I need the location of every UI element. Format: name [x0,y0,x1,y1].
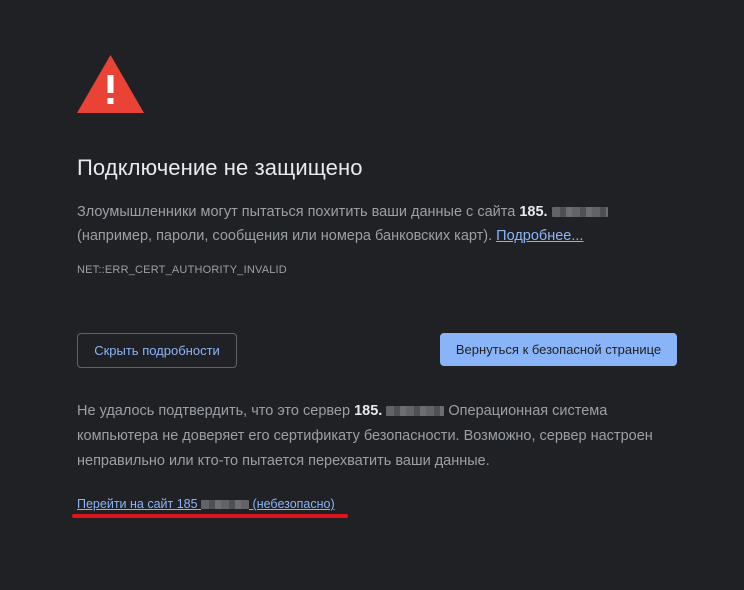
interstitial-page: Подключение не защищено Злоумышленники м… [0,0,744,590]
details-paragraph: Не удалось подтвердить, что это сервер 1… [77,399,687,474]
back-to-safety-button[interactable]: Вернуться к безопасной странице [440,333,677,366]
proceed-link-suffix: (небезопасно) [252,497,335,511]
page-title: Подключение не защищено [77,155,363,180]
intro-text: Злоумышленники могут пытаться похитить в… [77,204,520,220]
intro-host: 185. [519,204,548,220]
hide-details-button[interactable]: Скрыть подробности [77,333,237,368]
annotation-underline [72,514,348,518]
redacted-host [551,207,608,218]
intro-paragraph: Злоумышленники могут пытаться похитить в… [77,200,677,248]
details-host: 185. [354,403,383,419]
error-code: NET::ERR_CERT_AUTHORITY_INVALID [77,264,287,276]
proceed-link-prefix: Перейти на сайт 185 [77,497,198,511]
intro-text-2: (например, пароли, сообщения или номера … [77,228,493,244]
redacted-host [201,500,250,510]
warning-triangle-icon [77,55,144,113]
learn-more-link[interactable]: Подробнее... [496,228,583,244]
redacted-host [386,406,445,417]
proceed-unsafe-link[interactable]: Перейти на сайт 185 (небезопасно) [77,497,335,511]
details-text: Не удалось подтвердить, что это сервер [77,403,355,419]
